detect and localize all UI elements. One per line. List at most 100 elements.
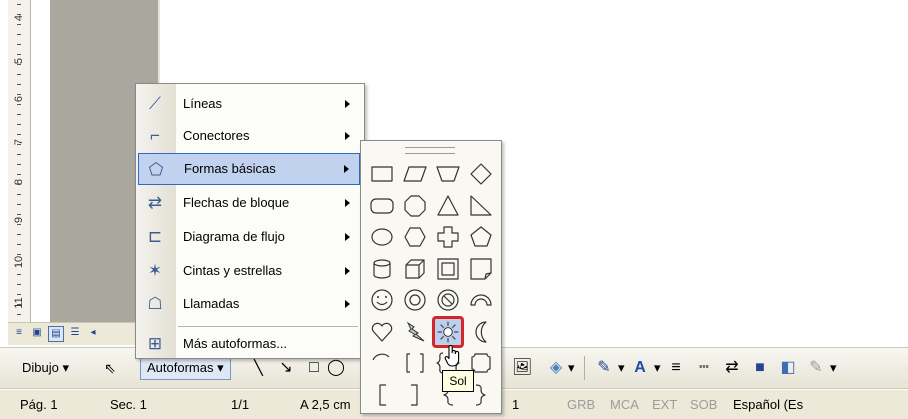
- cube-shape-icon[interactable]: [400, 254, 430, 284]
- ruler-tick: [17, 264, 21, 265]
- line-style-icon[interactable]: ≡: [666, 358, 686, 378]
- ruler-number: 7: [13, 138, 25, 146]
- no-symbol-shape-icon[interactable]: [433, 285, 463, 315]
- ruler-tick: [17, 214, 21, 215]
- ruler-tick: [17, 84, 21, 85]
- rectangle-shape-icon[interactable]: [367, 159, 397, 189]
- sun-shape-icon[interactable]: [432, 315, 464, 348]
- fill-color-icon[interactable]: ◈: [546, 358, 566, 378]
- ruler-tick: [17, 94, 21, 95]
- menu-item-label: Formas básicas: [184, 161, 276, 176]
- right-triangle-shape-icon[interactable]: [466, 191, 496, 221]
- line-color-icon[interactable]: ✎: [594, 358, 614, 378]
- lightning-bolt-shape-icon[interactable]: [400, 317, 430, 347]
- right-bracket-shape-icon[interactable]: [400, 380, 430, 410]
- status-grb[interactable]: GRB: [567, 390, 595, 419]
- print-layout-view-icon[interactable]: ▤: [48, 326, 64, 342]
- status-position: A 2,5 cm: [300, 397, 351, 412]
- status-section: Sec. 1: [110, 397, 147, 412]
- hexagon-shape-icon[interactable]: [400, 222, 430, 252]
- smiley-face-shape-icon[interactable]: [367, 285, 397, 315]
- status-pages: 1/1: [231, 397, 250, 412]
- callouts-icon: ☖: [147, 294, 163, 313]
- arc-shape-icon[interactable]: [367, 348, 397, 378]
- donut-shape-icon[interactable]: [400, 285, 430, 315]
- outline-view-icon[interactable]: ☰: [68, 326, 82, 340]
- status-page: Pág. 1: [20, 397, 58, 412]
- moon-shape-icon[interactable]: [466, 317, 496, 347]
- shadow-style-icon[interactable]: ■: [750, 358, 770, 378]
- select-objects-icon[interactable]: ⇖: [100, 358, 120, 378]
- rounded-rectangle-shape-icon[interactable]: [367, 191, 397, 221]
- arrow-style-icon[interactable]: ⇄: [722, 358, 742, 378]
- 3d-style-icon[interactable]: ◧: [778, 358, 798, 378]
- fill-color-dropdown-icon[interactable]: ▾: [568, 358, 575, 378]
- rectangle-icon[interactable]: □: [304, 358, 324, 378]
- double-bracket-shape-icon[interactable]: [400, 348, 430, 378]
- status-line: 1: [512, 397, 520, 412]
- font-color-dropdown-icon[interactable]: ▾: [654, 358, 661, 378]
- status-ext[interactable]: EXT: [652, 390, 677, 419]
- parallelogram-shape-icon[interactable]: [400, 159, 430, 189]
- more-buttons-icon[interactable]: ✎: [806, 358, 826, 378]
- menu-item-cintas-y-estrellas[interactable]: ✶ Cintas y estrellas: [138, 255, 360, 287]
- bevel-shape-icon[interactable]: [433, 254, 463, 284]
- folded-corner-shape-icon[interactable]: [466, 254, 496, 284]
- flowchart-icon: ⊏: [147, 227, 163, 246]
- ruler-tick: [17, 234, 21, 235]
- line-icon[interactable]: ╲: [248, 358, 268, 378]
- dibujo-menu-button[interactable]: Dibujo ▾: [22, 358, 69, 378]
- can-shape-icon[interactable]: [367, 254, 397, 284]
- block-arc-shape-icon[interactable]: [466, 285, 496, 315]
- ruler-number: 10: [13, 255, 25, 269]
- ruler-tick: [17, 154, 21, 155]
- ruler-number: 8: [13, 178, 25, 186]
- ruler-number: 5: [13, 57, 25, 65]
- menu-item-lineas[interactable]: ⟋ Líneas: [138, 88, 360, 120]
- insert-picture-icon[interactable]: 🖼: [512, 358, 532, 378]
- scroll-left-icon[interactable]: ◂: [86, 326, 100, 340]
- menu-item-flechas-de-bloque[interactable]: ⇄ Flechas de bloque: [138, 187, 360, 219]
- submenu-arrow-icon: [344, 165, 349, 173]
- ruler-tick: [17, 64, 21, 65]
- isosceles-triangle-shape-icon[interactable]: [433, 191, 463, 221]
- octagon-shape-icon[interactable]: [400, 191, 430, 221]
- line-color-dropdown-icon[interactable]: ▾: [618, 358, 625, 378]
- status-mca[interactable]: MCA: [610, 390, 639, 419]
- font-color-icon[interactable]: A: [630, 358, 650, 378]
- toolbar-options-icon[interactable]: ▾: [830, 358, 837, 378]
- menu-item-diagrama-de-flujo[interactable]: ⊏ Diagrama de flujo: [138, 221, 360, 253]
- ruler-tick: [17, 194, 21, 195]
- oval-icon[interactable]: ◯: [326, 358, 346, 378]
- ruler-tick: [17, 4, 21, 5]
- web-view-icon[interactable]: ▣: [30, 326, 44, 340]
- heart-shape-icon[interactable]: [367, 317, 397, 347]
- ruler-number: 11: [13, 297, 25, 309]
- vertical-ruler[interactable]: 4 5 6 7 8 9 10 11: [8, 0, 31, 322]
- pentagon-shape-icon[interactable]: [466, 222, 496, 252]
- menu-item-label: Líneas: [183, 96, 223, 111]
- diamond-shape-icon[interactable]: [466, 159, 496, 189]
- ruler-tick: [17, 284, 21, 285]
- normal-view-icon[interactable]: ≡: [12, 326, 26, 340]
- menu-item-mas-autoformas[interactable]: ⊞ Más autoformas...: [138, 328, 360, 360]
- submenu-arrow-icon: [345, 132, 350, 140]
- left-bracket-shape-icon[interactable]: [367, 380, 397, 410]
- status-sob[interactable]: SOB: [690, 390, 717, 419]
- arrow-icon[interactable]: ↘: [276, 358, 296, 378]
- ruler-tick: [17, 74, 21, 75]
- palette-drag-handle[interactable]: [405, 147, 455, 154]
- ruler-tick: [17, 244, 21, 245]
- menu-item-conectores[interactable]: ⌐ Conectores: [138, 120, 360, 152]
- menu-item-formas-basicas[interactable]: ⬠ Formas básicas: [138, 153, 360, 185]
- menu-item-label: Flechas de bloque: [183, 195, 290, 210]
- trapezoid-shape-icon[interactable]: [433, 159, 463, 189]
- menu-item-llamadas[interactable]: ☖ Llamadas: [138, 288, 360, 320]
- ruler-tick: [17, 304, 21, 305]
- oval-shape-icon[interactable]: [367, 222, 397, 252]
- view-buttons-bar: ≡ ▣ ▤ ☰ ◂: [8, 322, 138, 345]
- dash-style-icon[interactable]: ┅: [694, 358, 714, 378]
- ruler-tick: [17, 254, 21, 255]
- ruler-tick: [17, 184, 21, 185]
- cross-shape-icon[interactable]: [433, 222, 463, 252]
